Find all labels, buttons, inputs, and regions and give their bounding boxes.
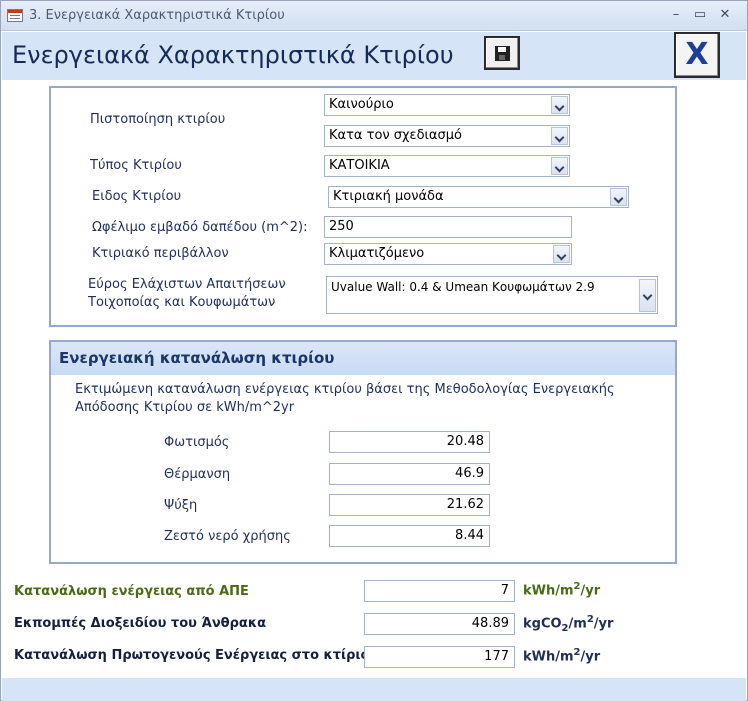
building-kind-combo[interactable]: Κτιριακή μονάδα [328, 186, 629, 208]
requirements-label-line1: Εύρος Ελάχιστων Απαιτήσεων [88, 277, 286, 292]
certification-status-combo[interactable]: Καινούριο [324, 94, 570, 116]
page-title: Ενεργειακά Χαρακτηριστικά Κτιρίου [12, 41, 454, 69]
save-button[interactable] [484, 36, 520, 70]
primary-energy-value[interactable]: 177 [364, 646, 515, 668]
co2-emissions-label: Εκπομπές Διοξειδίου του Άνθρακα [14, 616, 267, 631]
floor-area-label: Ωφέλιμο εμβαδό δαπέδου (m^2): [92, 220, 308, 235]
building-kind-value: Κτιριακή μονάδα [333, 189, 444, 204]
chevron-down-icon[interactable] [553, 245, 570, 263]
renewable-energy-value[interactable]: 7 [364, 580, 515, 602]
form-window: 3. Ενεργειακά Χαρακτηριστικά Κτιρίου – ▭… [0, 0, 748, 701]
chevron-down-icon[interactable] [610, 188, 627, 206]
energy-consumption-title: Ενεργειακή κατανάλωση κτιρίου [59, 349, 335, 367]
form-footer [2, 678, 746, 701]
building-kind-label: Ειδος Κτιρίου [92, 189, 182, 204]
hot-water-value[interactable]: 8.44 [329, 525, 490, 547]
floppy-disk-icon [495, 46, 510, 61]
chevron-down-icon[interactable] [551, 96, 568, 114]
chevron-down-icon[interactable] [639, 279, 656, 312]
cooling-label: Ψύξη [164, 498, 198, 513]
close-form-button[interactable]: X [674, 32, 720, 78]
form-icon [7, 9, 23, 22]
window-close-button[interactable]: ✕ [714, 5, 736, 25]
form-header: Ενεργειακά Χαρακτηριστικά Κτιρίου X [2, 32, 746, 80]
building-type-label: Τύπος Κτιρίου [90, 158, 182, 173]
renewable-energy-unit: kWh/m2/yr [523, 581, 601, 599]
energy-consumption-header: Ενεργειακή κατανάλωση κτιρίου [51, 342, 675, 375]
environment-label: Κτιριακό περιβάλλον [92, 246, 229, 261]
certification-status-value: Καινούριο [329, 97, 394, 112]
requirements-label-line2: Τοιχοποίας και Κουφωμάτων [88, 295, 276, 310]
floor-area-input[interactable]: 250 [324, 216, 572, 238]
renewable-energy-label: Κατανάλωση ενέργειας από ΑΠΕ [14, 584, 249, 599]
certification-stage-combo[interactable]: Κατα τον σχεδιασμό [324, 125, 570, 147]
co2-emissions-unit: kgCO2/m2/yr [523, 614, 614, 634]
requirements-value: Uvalue Wall: 0.4 & Umean Κουφωμάτων 2.9 [331, 280, 595, 294]
primary-energy-label: Κατανάλωση Πρωτογενούς Ενέργειας στο κτί… [14, 648, 370, 663]
building-type-combo[interactable]: ΚΑΤΟΙΚΙΑ [324, 155, 570, 177]
chevron-down-icon[interactable] [551, 157, 568, 175]
co2-emissions-value[interactable]: 48.89 [364, 613, 515, 635]
chevron-down-icon[interactable] [551, 127, 568, 145]
heating-value[interactable]: 46.9 [329, 463, 490, 485]
maximize-button[interactable]: ▭ [689, 5, 711, 25]
lighting-label: Φωτισμός [164, 435, 230, 450]
requirements-field[interactable]: Uvalue Wall: 0.4 & Umean Κουφωμάτων 2.9 [326, 276, 658, 314]
minimize-button[interactable]: – [665, 5, 687, 25]
cooling-value[interactable]: 21.62 [329, 494, 490, 516]
certification-stage-value: Κατα τον σχεδιασμό [329, 128, 462, 143]
environment-combo[interactable]: Κλιματιζόμενο [324, 243, 572, 265]
environment-value: Κλιματιζόμενο [329, 246, 425, 261]
building-type-value: ΚΑΤΟΙΚΙΑ [329, 158, 390, 173]
lighting-value[interactable]: 20.48 [329, 431, 490, 453]
primary-energy-unit: kWh/m2/yr [523, 647, 601, 665]
hot-water-label: Ζεστό νερό χρήσης [164, 529, 291, 544]
certification-label: Πιστοποίηση κτιρίου [90, 112, 226, 127]
consumption-description: Εκτιμώμενη κατανάλωση ενέργειας κτιρίου … [75, 382, 615, 415]
heating-label: Θέρμανση [164, 467, 231, 482]
window-title: 3. Ενεργειακά Χαρακτηριστικά Κτιρίου [29, 8, 285, 23]
title-bar: 3. Ενεργειακά Χαρακτηριστικά Κτιρίου – ▭… [1, 1, 747, 31]
